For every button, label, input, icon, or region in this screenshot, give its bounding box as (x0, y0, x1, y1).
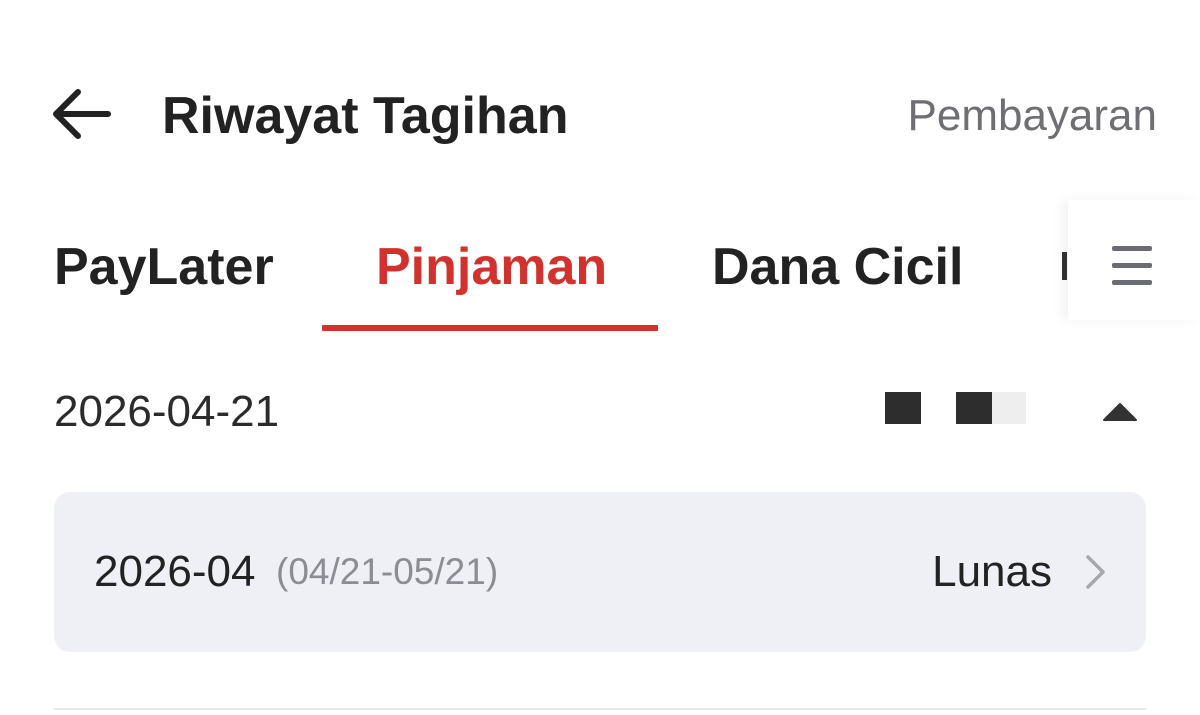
bill-history-screen: Riwayat Tagihan Pembayaran PayLater Pinj… (0, 0, 1200, 715)
bill-item[interactable]: 2026-04 (04/21-05/21) Lunas (54, 492, 1146, 652)
active-tab-indicator (322, 325, 658, 331)
bill-month: 2026-04 (94, 547, 256, 596)
menu-line (1112, 280, 1152, 285)
tab-overflow-edge (1062, 252, 1067, 280)
payment-link[interactable]: Pembayaran (908, 84, 1157, 148)
tab-pinjaman[interactable]: Pinjaman (376, 232, 607, 302)
back-button[interactable] (44, 84, 116, 148)
bill-status: Lunas (932, 547, 1052, 596)
tab-dana-cicil[interactable]: Dana Cicil (712, 232, 963, 302)
redacted-block (992, 392, 1026, 424)
chevron-right-icon (1084, 554, 1108, 590)
menu-line (1112, 263, 1152, 268)
page-title: Riwayat Tagihan (162, 87, 569, 145)
hamburger-menu-icon (1112, 246, 1152, 251)
redacted-block (885, 392, 921, 424)
redacted-block (956, 392, 992, 424)
tab-menu-button[interactable] (1108, 242, 1158, 292)
section-divider (54, 708, 1146, 710)
arrow-left-icon (48, 86, 112, 147)
collapse-group-button[interactable] (1100, 398, 1140, 424)
tab-paylater[interactable]: PayLater (54, 232, 274, 302)
bill-date-range: (04/21-05/21) (276, 551, 499, 592)
caret-up-icon (1103, 403, 1137, 421)
group-date: 2026-04-21 (54, 387, 280, 436)
